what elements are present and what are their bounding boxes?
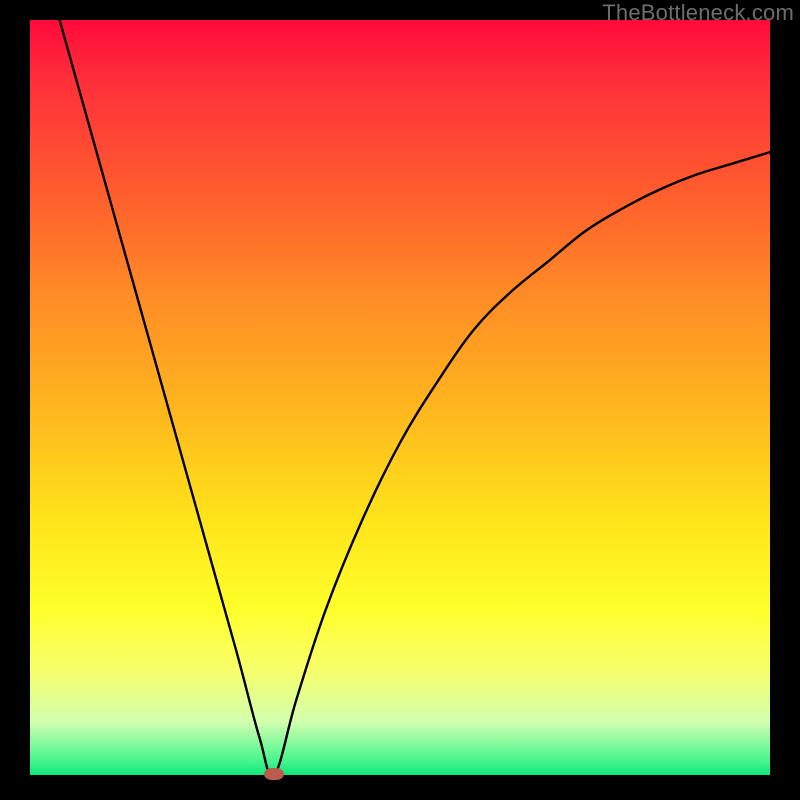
bottleneck-curve [60, 20, 770, 775]
watermark-text: TheBottleneck.com [602, 0, 794, 26]
curve-layer [30, 20, 770, 775]
optimum-marker [264, 768, 284, 780]
plot-area [30, 20, 770, 775]
chart-container: TheBottleneck.com [0, 0, 800, 800]
